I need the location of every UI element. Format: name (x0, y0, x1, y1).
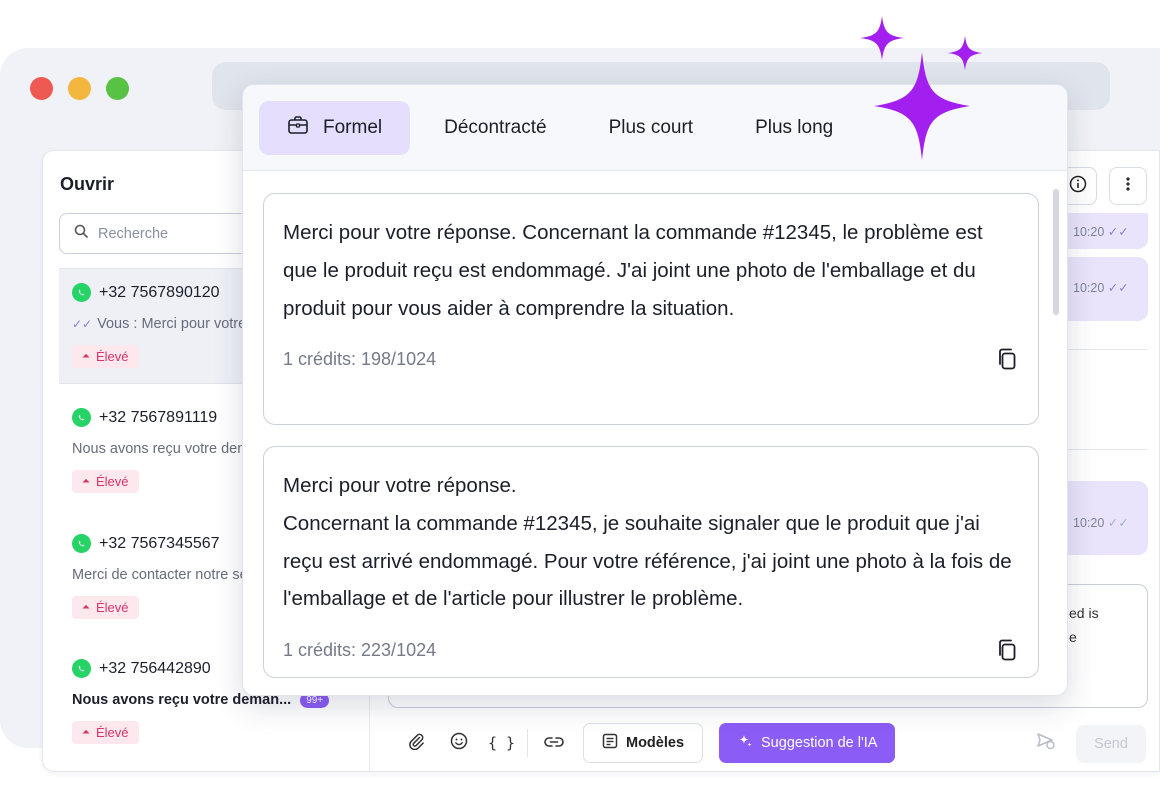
composer-text: ed is e (1069, 605, 1099, 645)
double-check-icon: ✓✓ (1107, 281, 1129, 295)
sparkles-icon (737, 733, 753, 753)
send-clock-icon (1036, 732, 1056, 755)
chevrons-up-icon: ⏶ (82, 476, 90, 487)
sidebar-title: Ouvrir (60, 174, 115, 194)
template-icon (602, 733, 618, 753)
paperclip-icon (407, 732, 425, 755)
composer-toolbar: { } Modèles Suggestion de l'IA Send (370, 713, 1159, 771)
search-icon (74, 224, 88, 243)
send-button[interactable]: Send (1076, 725, 1146, 763)
priority-badge: ⏶ Élevé (72, 721, 139, 744)
priority-badge: ⏶ Élevé (72, 470, 139, 493)
copy-icon[interactable] (996, 638, 1018, 662)
variables-button[interactable]: { } (480, 725, 523, 761)
window-controls (30, 77, 129, 100)
conversation-phone: +32 7567890120 (99, 283, 220, 301)
double-check-icon: ✓✓ (1107, 516, 1129, 530)
tab-label: Plus court (608, 116, 694, 138)
whatsapp-icon (72, 283, 91, 302)
chevrons-up-icon: ⏶ (82, 351, 90, 362)
suggestion-card[interactable]: Merci pour votre réponse. Concernant la … (263, 193, 1039, 425)
priority-badge: ⏶ Élevé (72, 345, 139, 368)
toolbar-divider (527, 729, 528, 757)
more-vertical-icon (1126, 176, 1130, 197)
emoji-button[interactable] (437, 725, 480, 761)
message-time: 10:20 ✓✓ (1073, 281, 1129, 295)
link-button[interactable] (532, 725, 575, 761)
chevrons-up-icon: ⏶ (82, 727, 90, 738)
chat-header-actions (1059, 167, 1147, 205)
conversation-phone: +32 756442890 (99, 659, 211, 677)
more-options-button[interactable] (1109, 167, 1147, 205)
tab-plus-long[interactable]: Plus long (727, 101, 861, 155)
briefcase-icon (287, 115, 309, 141)
maximize-window-button[interactable] (106, 77, 129, 100)
whatsapp-icon (72, 659, 91, 678)
popup-scrollbar[interactable] (1053, 189, 1059, 315)
minimize-window-button[interactable] (68, 77, 91, 100)
info-icon (1069, 175, 1087, 198)
tab-plus-court[interactable]: Plus court (581, 101, 721, 155)
double-check-icon: ✓✓ (1107, 225, 1129, 239)
link-icon (543, 733, 564, 753)
suggestion-text: Merci pour votre réponse. Concernant la … (283, 221, 983, 320)
tab-formel[interactable]: Formel (259, 100, 411, 155)
braces-icon: { } (487, 734, 516, 752)
whatsapp-icon (72, 534, 91, 553)
copy-icon[interactable] (996, 347, 1018, 371)
conversation-phone: +32 7567345567 (99, 534, 220, 552)
credits-counter: 1 crédits: 198/1024 (283, 348, 437, 369)
message-time: 10:20 ✓✓ (1073, 516, 1129, 530)
attach-button[interactable] (394, 725, 437, 761)
conversation-phone: +32 7567891119 (99, 408, 218, 426)
tab-label: Plus long (755, 116, 834, 138)
ai-suggestion-button[interactable]: Suggestion de l'IA (719, 723, 896, 763)
credits-counter: 1 crédits: 223/1024 (283, 639, 437, 660)
ai-rewrite-popup: Formel Décontracté Plus court Plus long … (242, 84, 1068, 696)
priority-badge: ⏶ Élevé (72, 596, 139, 619)
double-check-icon: ✓✓ (72, 317, 93, 331)
tab-label: Formel (323, 116, 383, 138)
chevrons-up-icon: ⏶ (82, 602, 90, 613)
tab-decontracte[interactable]: Décontracté (416, 101, 574, 155)
suggestion-card[interactable]: Merci pour votre réponse. Concernant la … (263, 446, 1039, 678)
smiley-icon (450, 732, 468, 755)
whatsapp-icon (72, 408, 91, 427)
sparkle-icon (874, 52, 970, 160)
close-window-button[interactable] (30, 77, 53, 100)
suggestion-text: Merci pour votre réponse. Concernant la … (283, 474, 1012, 611)
message-time: 10:20 ✓✓ (1073, 225, 1129, 239)
templates-button[interactable]: Modèles (583, 723, 704, 763)
schedule-send-button[interactable] (1036, 713, 1056, 771)
tab-label: Décontracté (444, 116, 547, 138)
